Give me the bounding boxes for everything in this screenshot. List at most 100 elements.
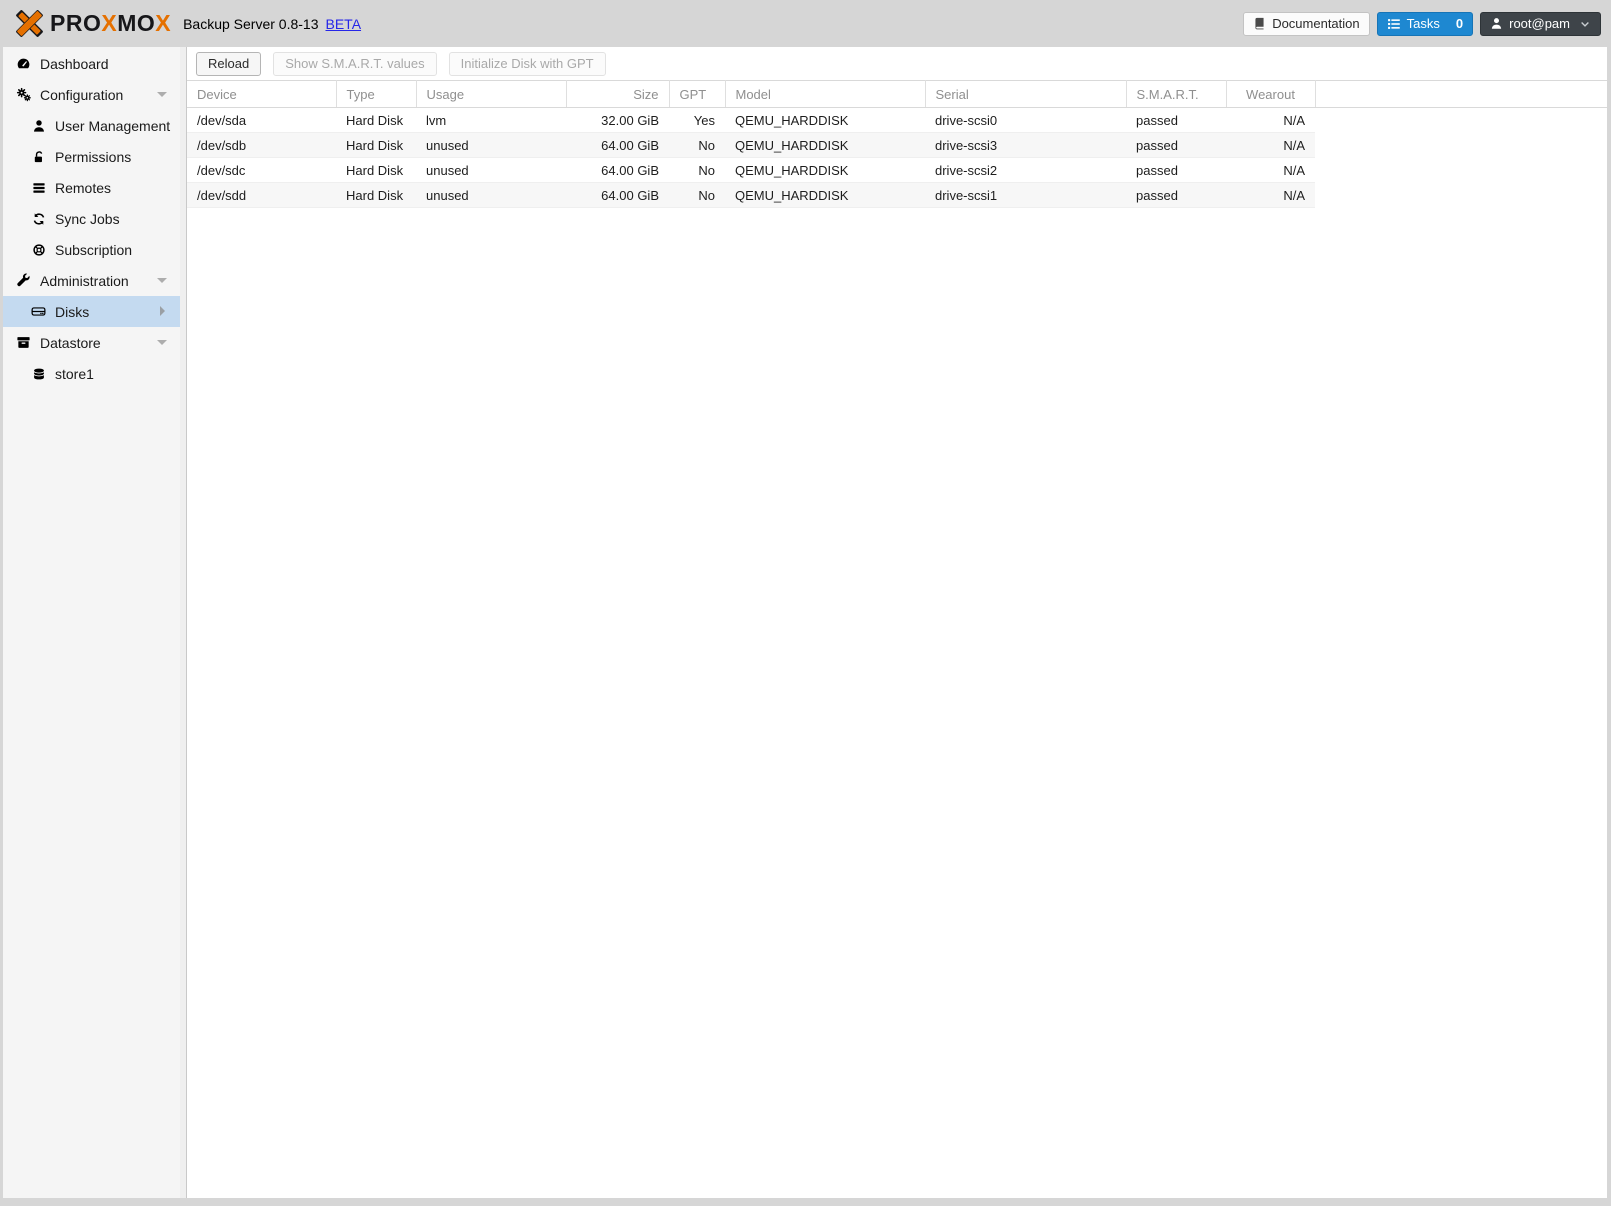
cell-type: Hard Disk	[336, 132, 416, 158]
column-header-filler	[1315, 80, 1607, 108]
sidebar-item-permissions[interactable]: Permissions	[3, 141, 180, 172]
sidebar-item-dashboard[interactable]: Dashboard	[3, 48, 180, 79]
cell-usage: lvm	[416, 107, 566, 133]
tasks-button[interactable]: Tasks 0	[1376, 11, 1474, 36]
user-menu-button[interactable]: root@pam	[1480, 11, 1601, 36]
cell-device: /dev/sdc	[187, 157, 336, 183]
column-header-gpt[interactable]: GPT	[669, 80, 726, 108]
cell-gpt: No	[669, 157, 725, 183]
show-smart-values-button[interactable]: Show S.M.A.R.T. values	[273, 51, 437, 76]
cell-usage: unused	[416, 132, 566, 158]
chevron-down-icon	[157, 92, 167, 97]
column-header-type[interactable]: Type	[336, 80, 417, 108]
sidebar-item-subscription[interactable]: Subscription	[3, 234, 180, 265]
sidebar-item-administration[interactable]: Administration	[3, 265, 180, 296]
cell-usage: unused	[416, 182, 566, 208]
disks-table: Device Type Usage Size GPT Model Serial …	[187, 80, 1607, 208]
disk-row-sda[interactable]: /dev/sda Hard Disk lvm 32.00 GiB Yes QEM…	[187, 107, 1607, 133]
cell-model: QEMU_HARDDISK	[725, 182, 925, 208]
cell-filler	[1315, 108, 1607, 133]
cell-filler	[1315, 133, 1607, 158]
user-icon	[1490, 17, 1503, 30]
disk-row-sdd[interactable]: /dev/sdd Hard Disk unused 64.00 GiB No Q…	[187, 182, 1607, 208]
cell-gpt: No	[669, 182, 725, 208]
column-header-usage[interactable]: Usage	[416, 80, 567, 108]
cell-type: Hard Disk	[336, 182, 416, 208]
tasks-count-badge: 0	[1455, 16, 1464, 31]
cell-size: 64.00 GiB	[566, 157, 669, 183]
user-icon	[30, 119, 47, 133]
cell-serial: drive-scsi2	[925, 157, 1126, 183]
documentation-button[interactable]: Documentation	[1243, 11, 1370, 36]
cell-smart: passed	[1126, 132, 1226, 158]
sidebar-splitter[interactable]	[180, 47, 187, 1198]
archive-icon	[15, 335, 32, 350]
cell-model: QEMU_HARDDISK	[725, 107, 925, 133]
support-icon	[30, 243, 47, 257]
book-icon	[1253, 17, 1266, 30]
cell-gpt: Yes	[669, 107, 725, 133]
sidebar-item-disks[interactable]: Disks	[3, 296, 180, 327]
cell-size: 64.00 GiB	[566, 132, 669, 158]
cell-serial: drive-scsi3	[925, 132, 1126, 158]
chevron-down-icon	[1579, 18, 1591, 30]
reload-button[interactable]: Reload	[196, 51, 262, 76]
sidebar-nav: Dashboard Configuration User Management …	[3, 47, 180, 1198]
disk-row-sdc[interactable]: /dev/sdc Hard Disk unused 64.00 GiB No Q…	[187, 157, 1607, 183]
column-header-device[interactable]: Device	[187, 80, 337, 108]
chevron-down-icon	[157, 278, 167, 283]
cell-serial: drive-scsi1	[925, 182, 1126, 208]
cell-smart: passed	[1126, 182, 1226, 208]
refresh-icon	[30, 212, 47, 226]
dashboard-icon	[15, 56, 32, 71]
hdd-icon	[30, 304, 47, 319]
chevron-right-icon	[160, 306, 165, 316]
beta-link[interactable]: BETA	[326, 16, 362, 32]
server-icon	[30, 181, 47, 195]
chevron-down-icon	[157, 340, 167, 345]
cell-type: Hard Disk	[336, 157, 416, 183]
cell-size: 32.00 GiB	[566, 107, 669, 133]
sidebar-item-configuration[interactable]: Configuration	[3, 79, 180, 110]
proxmox-x-icon	[13, 7, 46, 40]
cell-model: QEMU_HARDDISK	[725, 132, 925, 158]
cell-type: Hard Disk	[336, 107, 416, 133]
column-header-size[interactable]: Size	[566, 80, 670, 108]
cell-device: /dev/sda	[187, 107, 336, 133]
cell-wearout: N/A	[1226, 157, 1315, 183]
gears-icon	[15, 87, 32, 102]
initialize-gpt-button[interactable]: Initialize Disk with GPT	[448, 51, 606, 76]
cell-serial: drive-scsi0	[925, 107, 1126, 133]
app-viewport: PROXMOX Backup Server 0.8-13 BETA Docume…	[0, 0, 1611, 1206]
sidebar-item-sync-jobs[interactable]: Sync Jobs	[3, 203, 180, 234]
database-icon	[30, 367, 47, 381]
sidebar-item-datastore[interactable]: Datastore	[3, 327, 180, 358]
column-header-model[interactable]: Model	[725, 80, 926, 108]
column-header-wearout[interactable]: Wearout	[1226, 80, 1316, 108]
cell-wearout: N/A	[1226, 107, 1315, 133]
cell-filler	[1315, 158, 1607, 183]
column-header-serial[interactable]: Serial	[925, 80, 1127, 108]
table-header-row: Device Type Usage Size GPT Model Serial …	[187, 80, 1607, 108]
content-panel: Reload Show S.M.A.R.T. values Initialize…	[187, 47, 1607, 1198]
column-header-smart[interactable]: S.M.A.R.T.	[1126, 80, 1227, 108]
unlock-icon	[30, 150, 47, 164]
cell-size: 64.00 GiB	[566, 182, 669, 208]
sidebar-item-user-management[interactable]: User Management	[3, 110, 180, 141]
sidebar-item-remotes[interactable]: Remotes	[3, 172, 180, 203]
cell-smart: passed	[1126, 157, 1226, 183]
content-toolbar: Reload Show S.M.A.R.T. values Initialize…	[187, 47, 1607, 80]
app-header: PROXMOX Backup Server 0.8-13 BETA Docume…	[0, 0, 1611, 47]
app-title: Backup Server 0.8-13	[183, 15, 319, 32]
cell-model: QEMU_HARDDISK	[725, 157, 925, 183]
disk-row-sdb[interactable]: /dev/sdb Hard Disk unused 64.00 GiB No Q…	[187, 132, 1607, 158]
cell-device: /dev/sdd	[187, 182, 336, 208]
sidebar-item-store1[interactable]: store1	[3, 358, 180, 389]
wrench-icon	[15, 273, 32, 288]
logo-wordmark: PROXMOX	[50, 10, 172, 36]
cell-wearout: N/A	[1226, 132, 1315, 158]
cell-filler	[1315, 183, 1607, 208]
cell-gpt: No	[669, 132, 725, 158]
proxmox-logo: PROXMOX	[13, 7, 171, 40]
task-list-icon	[1387, 17, 1401, 31]
